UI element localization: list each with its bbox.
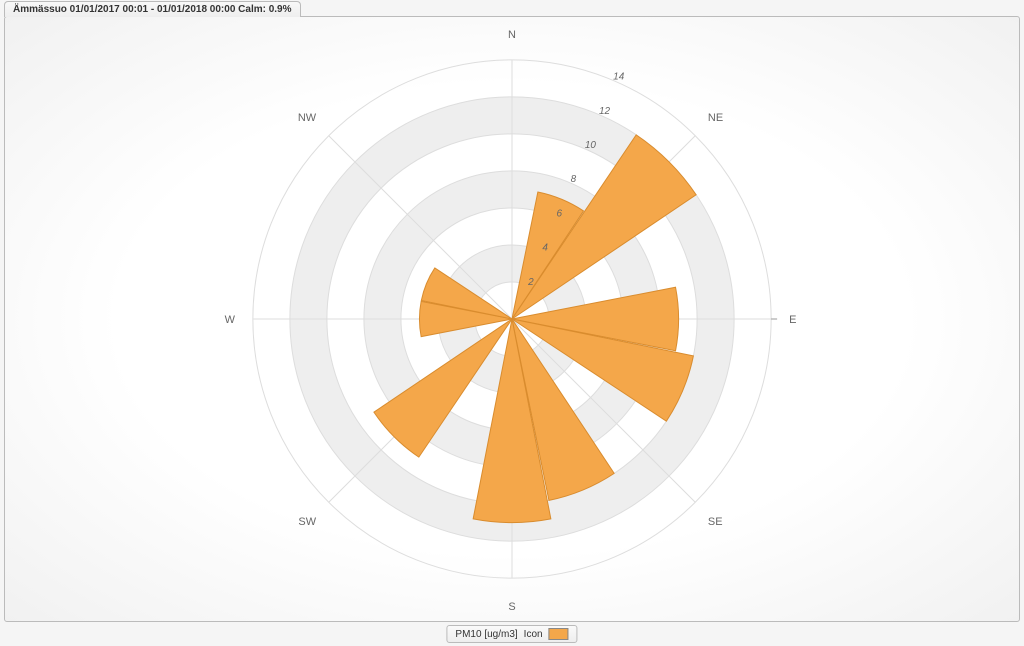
chart-frame: 2 4 6 8 10 12 14 N NE E SE S SW W NW xyxy=(4,16,1020,622)
svg-text:6: 6 xyxy=(556,208,562,219)
svg-text:2: 2 xyxy=(527,277,534,288)
compass-label-E: E xyxy=(789,314,796,326)
svg-text:14: 14 xyxy=(613,72,625,83)
wind-rose-chart: 2 4 6 8 10 12 14 N NE E SE S SW W NW xyxy=(5,17,1019,621)
compass-label-SE: SE xyxy=(708,516,723,528)
compass-label-N: N xyxy=(508,29,516,41)
legend-series-label: PM10 [ug/m3] xyxy=(455,629,517,640)
legend: PM10 [ug/m3] Icon xyxy=(446,625,577,643)
svg-text:4: 4 xyxy=(542,243,548,254)
compass-label-W: W xyxy=(225,314,236,326)
svg-text:12: 12 xyxy=(599,106,611,117)
page-root: Ämmässuo 01/01/2017 00:01 - 01/01/2018 0… xyxy=(0,0,1024,646)
svg-text:8: 8 xyxy=(571,174,577,185)
compass-label-S: S xyxy=(508,601,515,613)
compass-label-SW: SW xyxy=(298,516,316,528)
legend-icon-label: Icon xyxy=(524,629,543,640)
chart-title-tab: Ämmässuo 01/01/2017 00:01 - 01/01/2018 0… xyxy=(4,1,301,17)
svg-text:10: 10 xyxy=(585,140,597,151)
compass-label-NE: NE xyxy=(708,112,723,124)
legend-swatch xyxy=(549,628,569,640)
compass-label-NW: NW xyxy=(298,112,317,124)
